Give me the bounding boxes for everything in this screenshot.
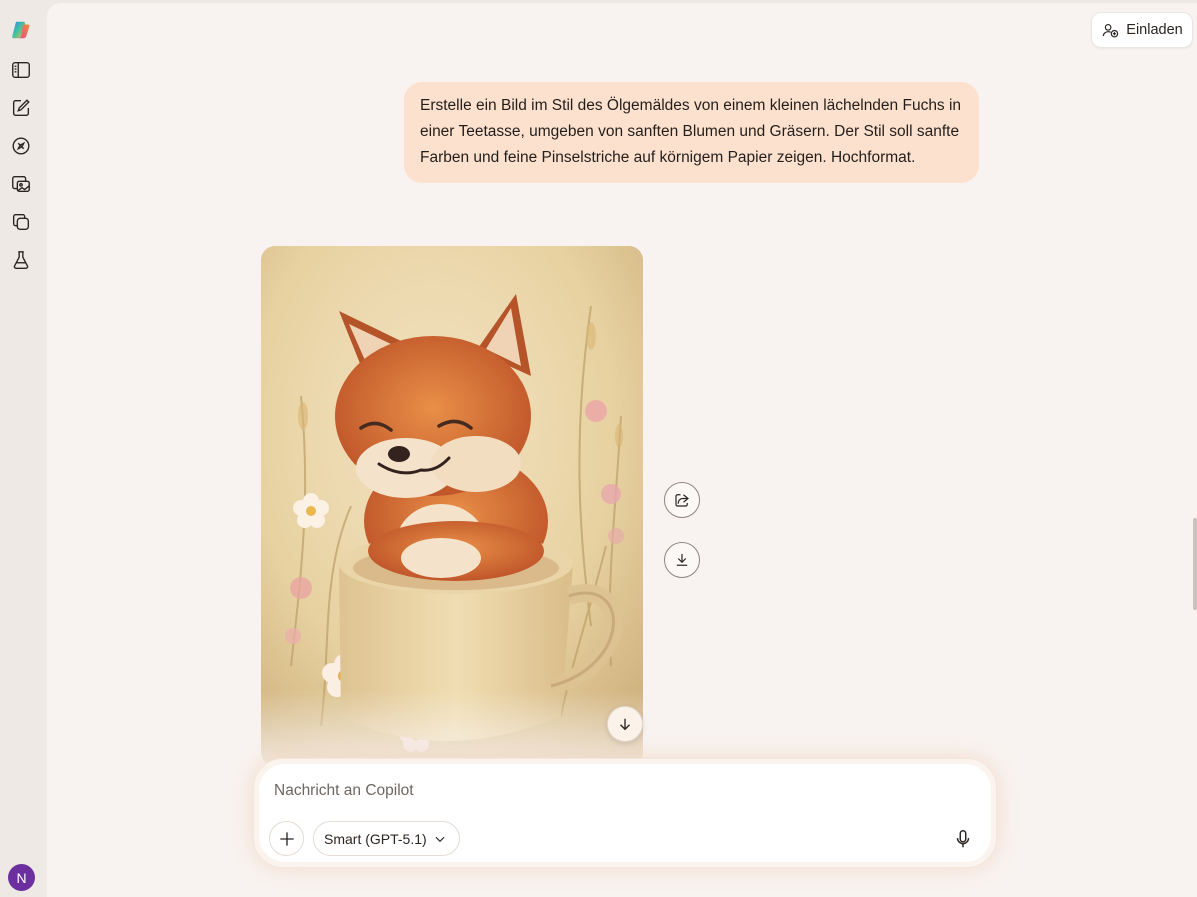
download-icon	[676, 554, 688, 566]
arrow-down-icon	[620, 718, 630, 731]
pages-copy-icon[interactable]	[5, 206, 37, 238]
sidebar-toggle-icon[interactable]	[5, 54, 37, 86]
model-label: Smart (GPT-5.1)	[324, 830, 427, 847]
share-icon	[675, 494, 689, 507]
chevron-down-icon	[435, 836, 445, 842]
generated-fox-image[interactable]	[261, 246, 643, 766]
scrollbar[interactable]	[1193, 518, 1197, 610]
download-image-button[interactable]	[664, 542, 700, 578]
avatar-initial: N	[16, 869, 27, 886]
user-message-bubble: Erstelle ein Bild im Stil des Ölgemäldes…	[404, 82, 979, 183]
plus-icon	[279, 831, 294, 846]
avatar[interactable]: N	[8, 864, 35, 891]
new-chat-icon[interactable]	[5, 92, 37, 124]
scroll-to-bottom-button[interactable]	[607, 706, 643, 742]
image-gallery-icon[interactable]	[5, 168, 37, 200]
copilot-logo-icon[interactable]	[5, 14, 37, 46]
share-image-button[interactable]	[664, 482, 700, 518]
invite-label: Einladen	[1126, 22, 1183, 38]
model-selector[interactable]: Smart (GPT-5.1)	[313, 821, 460, 856]
microphone-button[interactable]	[947, 823, 979, 855]
add-person-icon	[1103, 23, 1119, 37]
microphone-icon	[956, 830, 970, 848]
message-input[interactable]	[274, 778, 954, 804]
composer: Smart (GPT-5.1)	[259, 764, 991, 862]
sidebar: N	[0, 0, 44, 897]
invite-button[interactable]: Einladen	[1091, 12, 1193, 48]
labs-flask-icon[interactable]	[5, 244, 37, 276]
add-attachment-button[interactable]	[269, 821, 304, 856]
discover-compass-icon[interactable]	[5, 130, 37, 162]
user-message-text: Erstelle ein Bild im Stil des Ölgemäldes…	[420, 97, 962, 166]
